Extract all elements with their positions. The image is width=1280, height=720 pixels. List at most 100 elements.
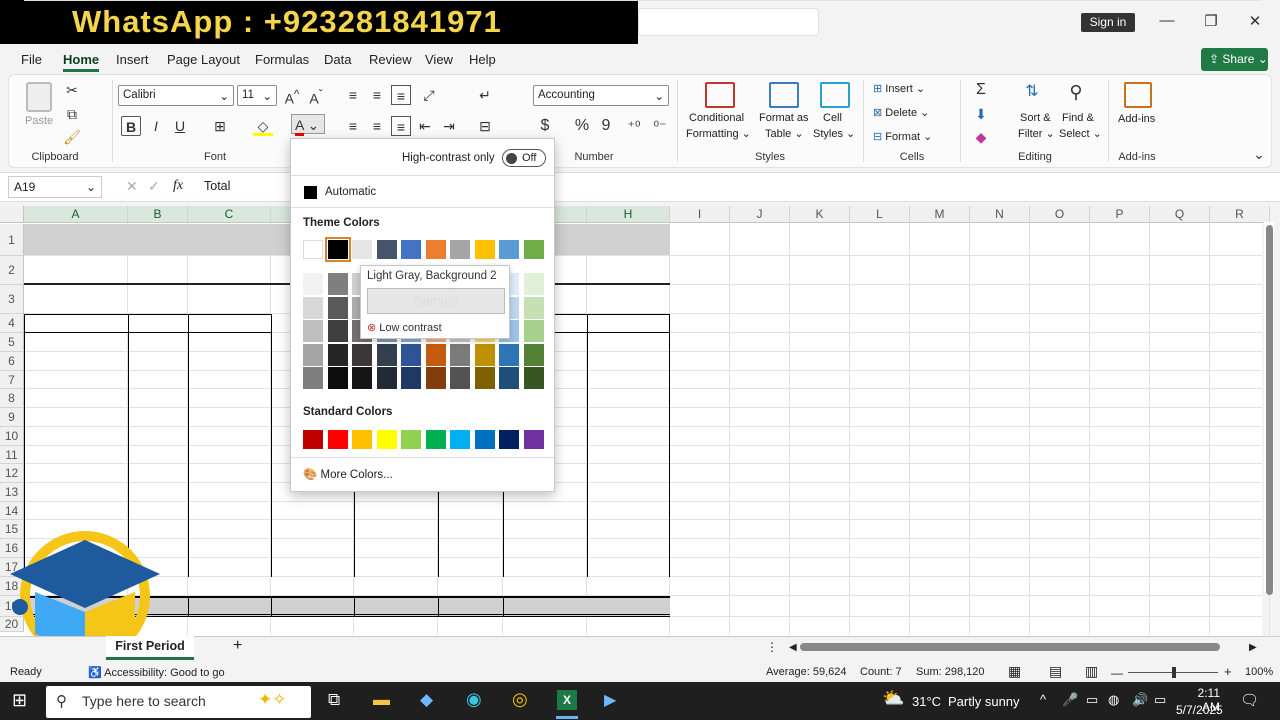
row-header-2[interactable]: 2 [0, 256, 24, 285]
title-search-box[interactable] [638, 8, 819, 36]
page-break-view-icon[interactable]: ▥ [1085, 663, 1098, 680]
conditional-formatting-label2[interactable]: Formatting ⌄ [686, 127, 751, 140]
microphone-icon[interactable]: 🎤 [1062, 692, 1078, 708]
find-select-icon[interactable]: ⚲ [1066, 82, 1086, 102]
decrease-font-icon[interactable]: Aˇ [306, 85, 326, 107]
find-select-label[interactable]: Find & [1062, 112, 1094, 124]
theme-shade-swatch[interactable] [352, 343, 372, 366]
row-header-10[interactable]: 10 [0, 427, 24, 446]
align-center-icon[interactable]: ≡ [367, 116, 387, 136]
format-cells-button[interactable]: ⊟ Format ⌄ [873, 130, 932, 143]
theme-color-swatch[interactable] [450, 240, 470, 259]
tab-home[interactable]: Home [63, 52, 100, 72]
merge-center-icon[interactable]: ⊟ [475, 116, 495, 136]
windows-start-icon[interactable]: ⊞ [12, 690, 27, 711]
tab-page-layout[interactable]: Page Layout [167, 52, 240, 67]
theme-color-swatch[interactable] [324, 237, 351, 262]
page-layout-view-icon[interactable]: ▤ [1049, 663, 1062, 680]
app-icon[interactable]: ◆ [420, 690, 433, 710]
increase-font-icon[interactable]: A^ [282, 85, 302, 107]
row-header-14[interactable]: 14 [0, 502, 24, 520]
row-header-7[interactable]: 7 [0, 371, 24, 389]
theme-shade-swatch[interactable] [327, 296, 348, 319]
italic-button[interactable]: I [146, 116, 166, 136]
column-header-k[interactable]: K [790, 206, 850, 223]
cell-styles-label2[interactable]: Styles ⌄ [813, 127, 855, 140]
row-header-8[interactable]: 8 [0, 389, 24, 408]
row-header-11[interactable]: 11 [0, 446, 24, 464]
normal-view-icon[interactable]: ▦ [1008, 663, 1021, 680]
theme-shade-swatch[interactable] [303, 320, 323, 342]
conditional-formatting-label[interactable]: Conditional [689, 112, 744, 124]
font-color-button[interactable]: A ⌄ [291, 114, 325, 136]
chrome-icon[interactable]: ◎ [512, 689, 528, 710]
clock-date[interactable]: 5/7/2025 [1176, 703, 1223, 717]
column-header-c[interactable]: C [188, 206, 271, 223]
standard-color-swatch[interactable] [327, 430, 348, 449]
column-header-a[interactable]: A [24, 206, 128, 223]
format-as-table-label2[interactable]: Table ⌄ [765, 127, 804, 140]
column-header-n[interactable]: N [970, 206, 1030, 223]
decrease-decimal-icon[interactable]: ⁰⁻ [650, 116, 670, 136]
high-contrast-toggle[interactable]: Off [502, 149, 546, 167]
column-header-m[interactable]: M [910, 206, 970, 223]
theme-color-swatch[interactable] [376, 240, 397, 259]
accessibility-status[interactable]: ♿ Accessibility: Good to go [88, 666, 225, 679]
taskbar-search[interactable]: ⚲ Type here to search ✦✧ [46, 686, 311, 718]
copy-icon[interactable]: ⧉ [62, 104, 82, 124]
zoom-slider-thumb[interactable] [1172, 667, 1176, 678]
theme-shade-swatch[interactable] [425, 343, 446, 366]
standard-color-swatch[interactable] [401, 430, 421, 449]
align-bottom-icon[interactable]: ≡ [391, 85, 411, 105]
automatic-option[interactable]: Automatic [325, 186, 376, 198]
align-middle-icon[interactable]: ≡ [367, 85, 387, 105]
edge-icon[interactable]: ◉ [466, 689, 482, 710]
task-view-icon[interactable]: ⧉ [328, 690, 340, 710]
zoom-in-icon[interactable]: + [1224, 664, 1232, 679]
font-size-select[interactable]: 11 ⌄ [237, 85, 277, 106]
theme-shade-swatch[interactable] [499, 367, 519, 389]
row-header-13[interactable]: 13 [0, 483, 24, 502]
column-header-i[interactable]: I [670, 206, 730, 223]
cell-styles-label[interactable]: Cell [823, 112, 842, 124]
tab-insert[interactable]: Insert [116, 52, 149, 67]
theme-shade-swatch[interactable] [474, 367, 495, 389]
horizontal-scrollbar[interactable] [800, 643, 1220, 651]
theme-color-swatch[interactable] [499, 240, 519, 259]
close-icon[interactable]: ✕ [1245, 12, 1265, 30]
add-ins-icon[interactable] [1124, 82, 1152, 108]
sign-in-button[interactable]: Sign in [1081, 13, 1135, 32]
minimize-icon[interactable]: — [1157, 12, 1177, 29]
comma-style-icon[interactable]: 9 [596, 116, 616, 136]
theme-color-swatch[interactable] [425, 240, 446, 259]
standard-color-swatch[interactable] [303, 430, 323, 449]
zoom-level[interactable]: 100% [1245, 666, 1273, 678]
theme-shade-swatch[interactable] [450, 343, 470, 366]
theme-shade-swatch[interactable] [303, 343, 323, 366]
theme-shade-swatch[interactable] [401, 343, 421, 366]
theme-shade-swatch[interactable] [474, 343, 495, 366]
border-icon[interactable]: ⊞ [210, 116, 230, 136]
format-as-table-label[interactable]: Format as [759, 112, 809, 124]
automatic-swatch[interactable] [304, 186, 317, 199]
tab-file[interactable]: File [21, 52, 42, 67]
theme-shade-swatch[interactable] [523, 320, 544, 342]
row-header-1[interactable]: 1 [0, 224, 24, 256]
column-header-p[interactable]: P [1090, 206, 1150, 223]
column-header-h[interactable]: H [587, 206, 670, 223]
row-header-5[interactable]: 5 [0, 333, 24, 352]
insert-function-icon[interactable]: fx [173, 178, 183, 194]
row-header-3[interactable]: 3 [0, 285, 24, 314]
column-header-r[interactable]: R [1210, 206, 1270, 223]
name-box[interactable]: A19 ⌄ [8, 176, 102, 198]
orientation-icon[interactable]: ⤢ [419, 85, 439, 105]
tab-help[interactable]: Help [469, 52, 496, 67]
theme-shade-swatch[interactable] [523, 367, 544, 389]
volume-icon[interactable]: 🔊 [1132, 692, 1148, 708]
theme-shade-swatch[interactable] [327, 367, 348, 389]
bold-button[interactable]: B [121, 116, 141, 136]
terminal-icon[interactable]: ▶ [604, 690, 616, 710]
add-ins-label[interactable]: Add-ins [1118, 113, 1155, 125]
theme-shade-swatch[interactable] [499, 343, 519, 366]
column-header-j[interactable]: J [730, 206, 790, 223]
